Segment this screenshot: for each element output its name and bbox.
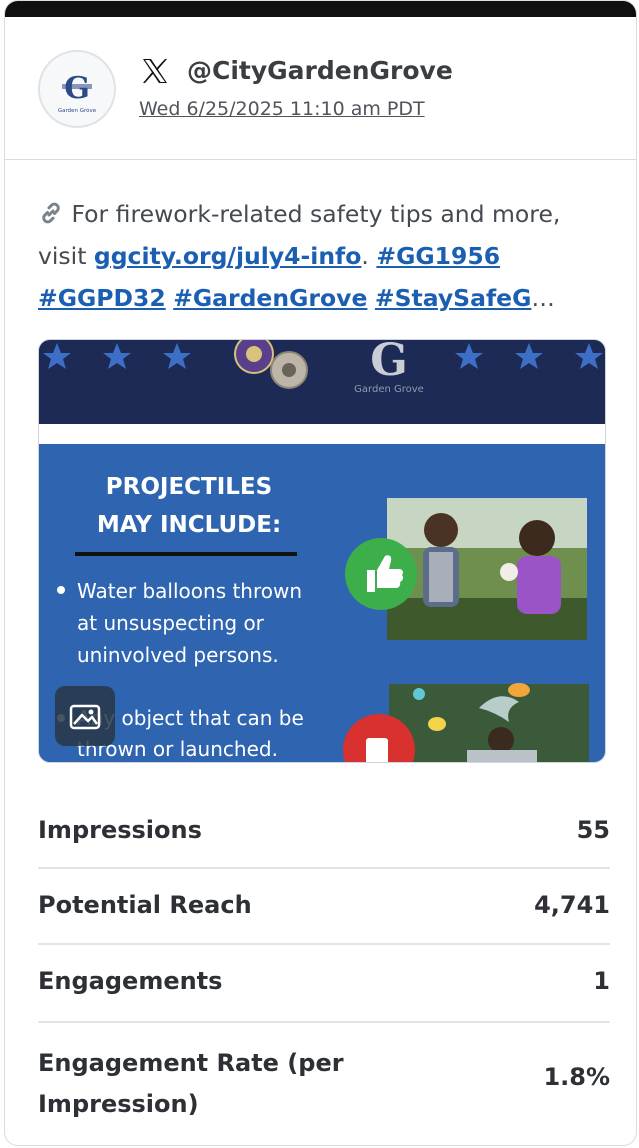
post-card: G Garden Grove @CityGardenGrove Wed 6/25… (4, 0, 637, 1146)
stat-value: 55 (576, 816, 610, 844)
hashtag-staysafeg[interactable]: #StaySafeG (375, 284, 532, 312)
photo-kids-playing (387, 498, 587, 640)
stat-row-engagements: Engagements 1 (38, 945, 610, 1023)
stat-value: 1.8% (543, 1063, 610, 1091)
flyer-image: G Garden Grove PROJECTILES MAY INCLUDE: … (39, 340, 605, 762)
flyer-bullet1-line3: uninvolved persons. (77, 643, 279, 667)
hashtag-ggpd32[interactable]: #GGPD32 (38, 284, 166, 312)
post-text: For firework-related safety tips and mor… (38, 193, 612, 319)
image-icon (69, 704, 101, 730)
stat-label: Potential Reach (38, 891, 252, 919)
link-icon (38, 197, 64, 224)
flyer-logo-icon: G (370, 340, 408, 386)
photo-water-balloon (389, 683, 589, 762)
stat-label: Engagement Rate (per Impression) (38, 1049, 344, 1118)
flyer-heading-line2: MAY INCLUDE: (97, 512, 281, 538)
garden-grove-logo-icon: G Garden Grove (40, 52, 114, 126)
stat-row-potential-reach: Potential Reach 4,741 (38, 869, 610, 945)
image-badge[interactable] (55, 686, 115, 746)
post-text-period: . (361, 242, 369, 270)
x-logo-icon (143, 59, 167, 83)
flyer-bullet1-line2: at unsuspecting or (77, 611, 265, 635)
avatar[interactable]: G Garden Grove (38, 50, 116, 128)
hashtag-gardengrove[interactable]: #GardenGrove (173, 284, 367, 312)
stat-label: Impressions (38, 816, 202, 844)
flyer-logo-text: Garden Grove (354, 384, 424, 395)
stat-row-engagement-rate: Engagement Rate (per Impression) 1.8% (38, 1023, 610, 1135)
top-bar (5, 1, 636, 17)
hashtag-gg1956[interactable]: #GG1956 (376, 242, 500, 270)
stat-label: Engagements (38, 967, 223, 995)
post-link[interactable]: ggcity.org/july4-info (94, 242, 362, 270)
stat-row-impressions: Impressions 55 (38, 793, 610, 869)
truncation-ellipsis: … (531, 284, 555, 312)
avatar-text: Garden Grove (58, 108, 97, 114)
account-handle[interactable]: @CityGardenGrove (187, 55, 453, 87)
flyer-bullet1-line1: Water balloons thrown (77, 579, 302, 603)
flyer-heading-line1: PROJECTILES (106, 474, 272, 500)
post-media-image[interactable]: G Garden Grove PROJECTILES MAY INCLUDE: … (38, 339, 606, 763)
post-timestamp[interactable]: Wed 6/25/2025 11:10 am PDT (139, 97, 425, 121)
stat-value: 1 (593, 967, 610, 995)
flyer-divider (75, 552, 297, 556)
stats-table: Impressions 55 Potential Reach 4,741 Eng… (38, 793, 610, 1135)
stat-value: 4,741 (534, 891, 610, 919)
post-header: G Garden Grove @CityGardenGrove Wed 6/25… (5, 17, 636, 160)
